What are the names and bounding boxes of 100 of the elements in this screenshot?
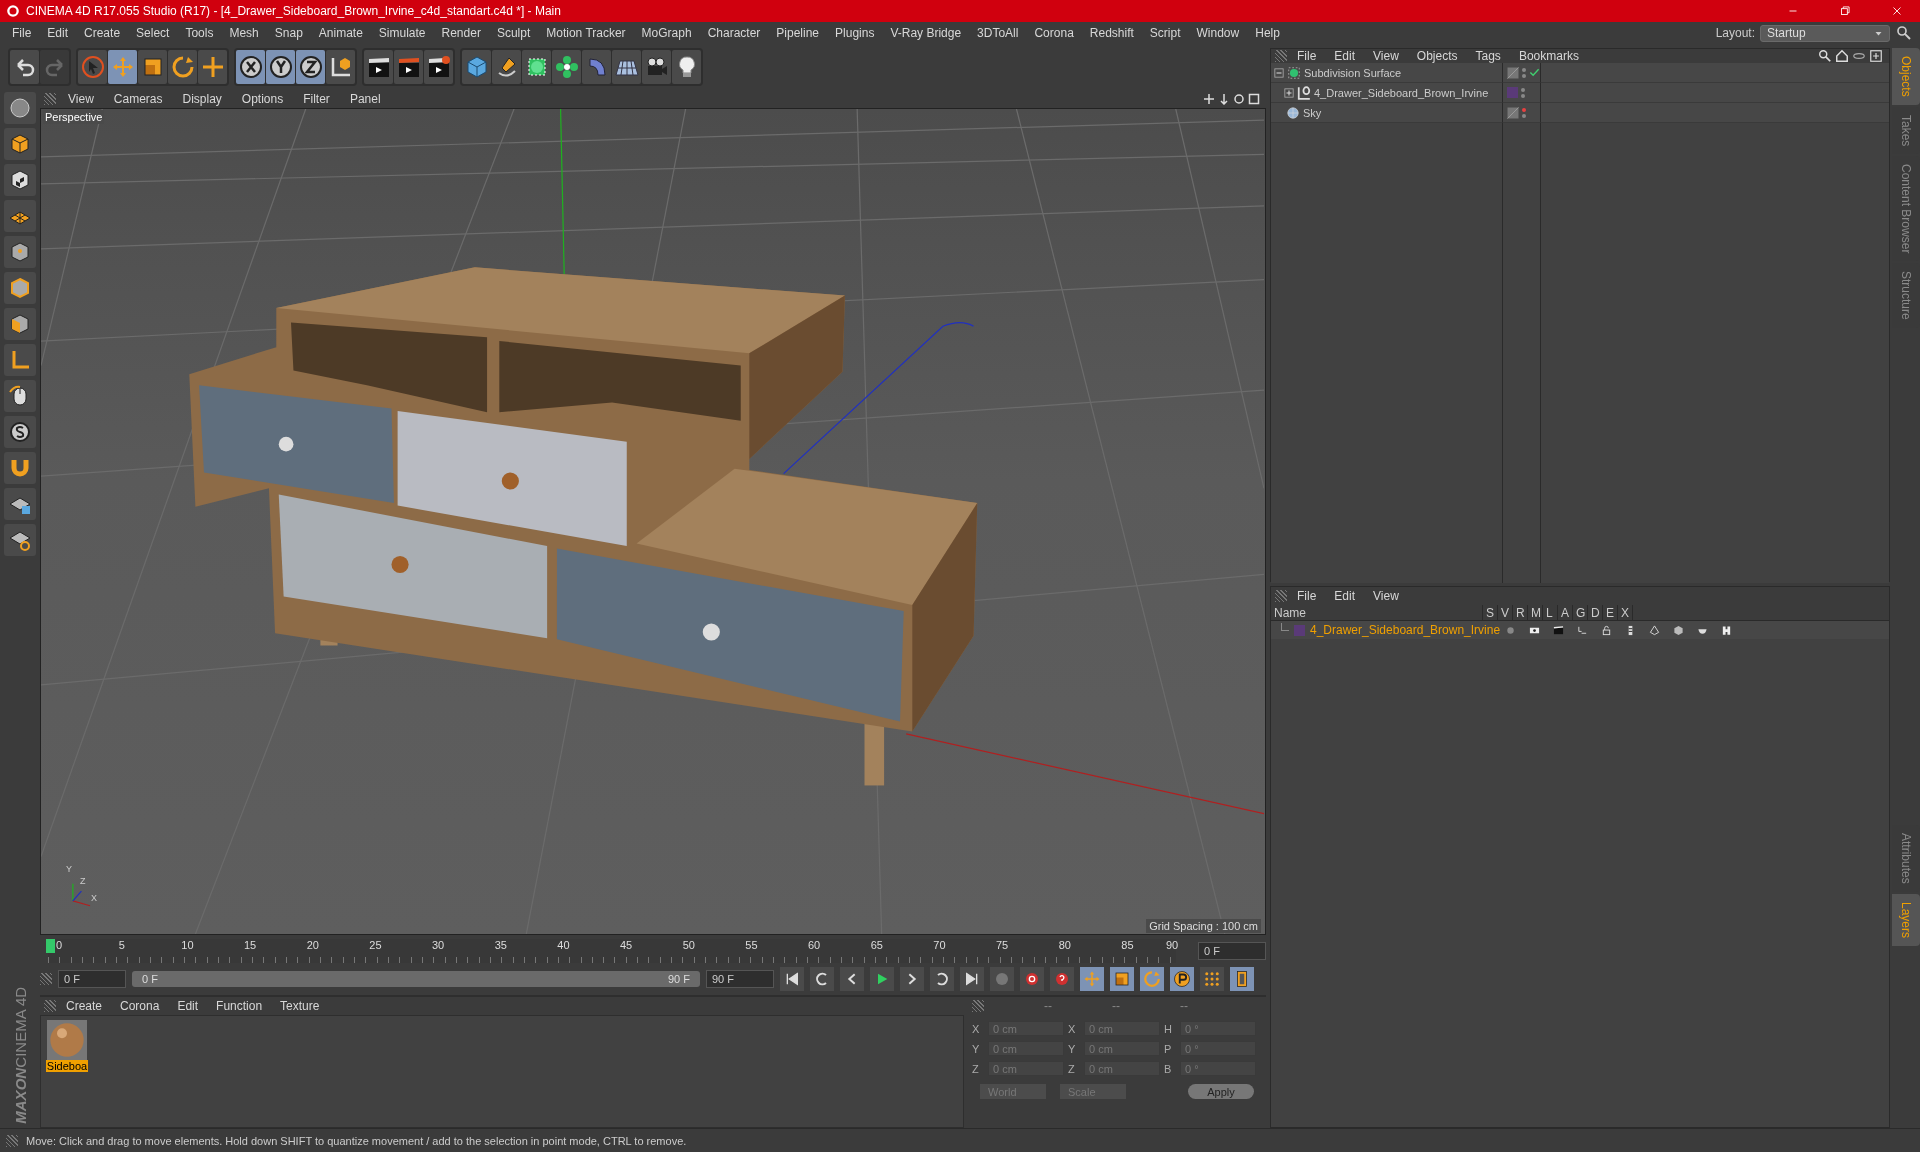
menu-item[interactable]: Panel	[341, 92, 389, 106]
menu-item[interactable]: Tags	[1467, 49, 1509, 63]
menu-item[interactable]: Simulate	[370, 26, 434, 40]
field-label: Z	[1068, 1062, 1076, 1075]
menu-item[interactable]: Animate	[310, 26, 371, 40]
panel-tab[interactable]: Layers	[1892, 893, 1920, 946]
menu-item[interactable]: Tools	[177, 26, 222, 40]
start-frame-field[interactable]: 0 F	[58, 970, 126, 988]
menu-item[interactable]: Edit	[1326, 589, 1364, 603]
menu-item[interactable]: Sculpt	[488, 26, 539, 40]
layout-label: Layout:	[1715, 26, 1755, 40]
tick-label: 20	[306, 939, 319, 951]
tick-label: 50	[682, 939, 695, 951]
column-header: --	[1180, 999, 1188, 1013]
axis-label: Z	[80, 876, 86, 886]
menu-item[interactable]: Filter	[295, 92, 338, 106]
tick-label: 80	[1058, 939, 1071, 951]
column-header: --	[1044, 999, 1052, 1013]
menu-item[interactable]: Cameras	[105, 92, 171, 106]
layout-dropdown[interactable]: Startup	[1760, 24, 1890, 42]
menu-item[interactable]: Create	[76, 26, 129, 40]
menu-item[interactable]: Select	[128, 26, 178, 40]
menu-item[interactable]: Pipeline	[768, 26, 828, 40]
menu-item[interactable]: Function	[208, 999, 271, 1013]
tick-label: 5	[118, 939, 125, 951]
maxon-logo: MAXONCINEMA 4D	[12, 987, 28, 1124]
menu-item[interactable]: Display	[174, 92, 230, 106]
menu-item[interactable]: File	[1289, 49, 1325, 63]
tick-label: 0	[56, 939, 63, 951]
tick-label: 40	[557, 939, 570, 951]
column-header[interactable]: V	[1498, 605, 1513, 620]
menu-item[interactable]: Motion Tracker	[538, 26, 634, 40]
axis-label: X	[91, 893, 97, 903]
column-header[interactable]: X	[1618, 605, 1633, 620]
column-header: --	[1112, 999, 1120, 1013]
column-header[interactable]: S	[1483, 605, 1498, 620]
menu-item[interactable]: Objects	[1408, 49, 1466, 63]
frame-range-slider[interactable]: 0 F 90 F	[132, 971, 700, 987]
panel-tab[interactable]: Objects	[1892, 48, 1920, 105]
field-label: H	[1164, 1022, 1173, 1035]
tick-label: 35	[494, 939, 507, 951]
window-title: CINEMA 4D R17.055 Studio (R17) - [4_Drawer_Sideboard_Brown_Irvine_c4d_standart.c4d *] - Main	[26, 4, 562, 18]
object-name[interactable]: Sky	[1303, 106, 1322, 119]
field-label: Z	[972, 1062, 980, 1075]
field-label: P	[1164, 1042, 1173, 1055]
range-start-label: 0 F	[142, 973, 158, 985]
frame-field[interactable]: 0 F	[1198, 942, 1266, 960]
menu-item[interactable]: Render	[433, 26, 489, 40]
menu-item[interactable]: Corona	[1026, 26, 1082, 40]
field-label: X	[972, 1022, 981, 1035]
menu-item[interactable]: View	[60, 92, 102, 106]
column-header[interactable]: E	[1603, 605, 1618, 620]
tick-label: 45	[620, 939, 633, 951]
menu-item[interactable]: Edit	[169, 999, 207, 1013]
field-label: X	[1068, 1022, 1077, 1035]
menu-item[interactable]: Corona	[112, 999, 168, 1013]
menu-item[interactable]: View	[1365, 589, 1407, 603]
tick-label: 55	[745, 939, 758, 951]
tick-label: 15	[244, 939, 257, 951]
camera-label: Perspective	[43, 110, 105, 124]
tick-label: 85	[1121, 939, 1134, 951]
column-header[interactable]: M	[1528, 605, 1543, 620]
menu-item[interactable]: Character	[699, 26, 769, 40]
tick-label: 60	[808, 939, 821, 951]
column-header[interactable]: R	[1513, 605, 1528, 620]
timeline-ruler[interactable]: 0 5 10 15 20 25 30 35 40 45 50 55 60 65 70 75 80 85 90	[48, 939, 1176, 963]
apply-button[interactable]: Apply	[1188, 1084, 1254, 1099]
menu-item[interactable]: Script	[1141, 26, 1189, 40]
column-header[interactable]: Name	[1271, 605, 1483, 620]
column-header[interactable]: L	[1543, 605, 1558, 620]
menu-item[interactable]: Bookmarks	[1510, 49, 1587, 63]
menu-item[interactable]: Window	[1188, 26, 1248, 40]
field-label: Y	[972, 1042, 981, 1055]
tick-label: 30	[432, 939, 445, 951]
column-header[interactable]: A	[1558, 605, 1573, 620]
menu-item[interactable]: Texture	[272, 999, 328, 1013]
3d-viewport[interactable]: Perspective Y Z X Grid Spacing : 100 cm	[40, 108, 1266, 935]
menu-item[interactable]: Mesh	[221, 26, 267, 40]
menu-item[interactable]: Plugins	[827, 26, 883, 40]
menu-item[interactable]: Edit	[1326, 49, 1364, 63]
menu-item[interactable]: Create	[58, 999, 111, 1013]
field-label: B	[1164, 1062, 1173, 1075]
menu-item[interactable]: MoGraph	[633, 26, 700, 40]
tick-label: 10	[181, 939, 194, 951]
tick-label: 70	[933, 939, 946, 951]
menu-item[interactable]: Help	[1247, 26, 1288, 40]
menu-item[interactable]: Edit	[39, 26, 77, 40]
menu-item[interactable]: 3DToAll	[969, 26, 1027, 40]
grid-spacing-label: Grid Spacing : 100 cm	[1146, 919, 1261, 933]
menu-item[interactable]: File	[1289, 589, 1325, 603]
menu-item[interactable]: Redshift	[1081, 26, 1142, 40]
tick-label: 25	[369, 939, 382, 951]
end-frame-field[interactable]: 90 F	[706, 970, 774, 988]
column-header[interactable]: G	[1573, 605, 1588, 620]
menu-item[interactable]: Options	[233, 92, 292, 106]
menu-item[interactable]: File	[4, 26, 40, 40]
column-header[interactable]: D	[1588, 605, 1603, 620]
menu-item[interactable]: Snap	[266, 26, 311, 40]
menu-item[interactable]: View	[1365, 49, 1407, 63]
menu-item[interactable]: V-Ray Bridge	[882, 26, 970, 40]
